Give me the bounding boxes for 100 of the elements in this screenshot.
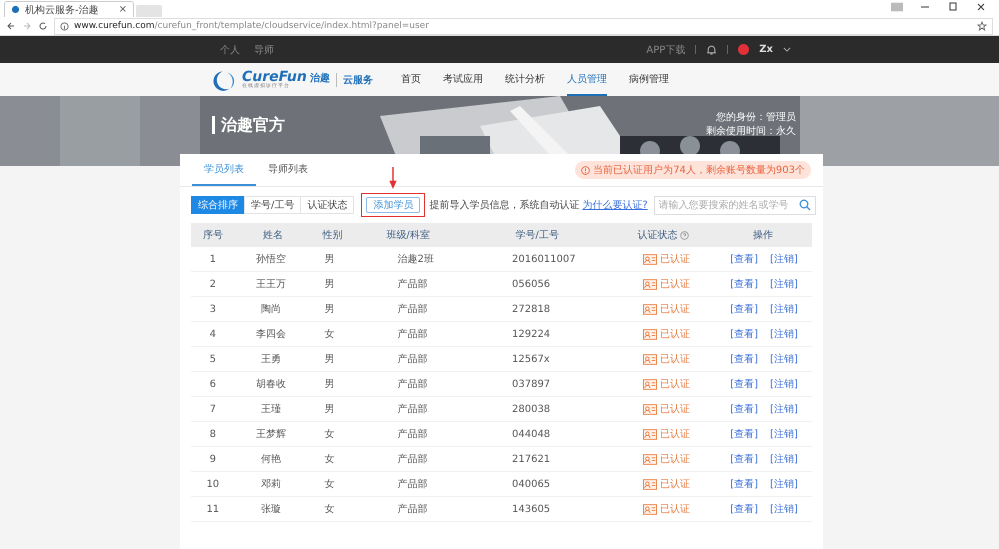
- close-icon[interactable]: [975, 2, 987, 12]
- id-card-icon: [642, 328, 657, 340]
- table-cell-text: 男: [324, 403, 335, 416]
- table-cell-text: 产品部: [397, 428, 428, 441]
- id-card-icon: [642, 454, 657, 464]
- action-link[interactable]: [查看]: [730, 402, 758, 416]
- column-header: 学号/工号: [515, 229, 559, 242]
- app-download-link[interactable]: APP下载: [646, 42, 686, 56]
- action-link[interactable]: [查看]: [730, 352, 758, 366]
- top-link[interactable]: 个人: [220, 42, 240, 56]
- table-cell-text: 李四会: [256, 328, 286, 341]
- nav-item[interactable]: 首页: [400, 63, 421, 96]
- table-cell: 217621: [512, 454, 550, 464]
- nav-item[interactable]: 统计分析: [504, 63, 545, 96]
- column-header: 姓名: [262, 229, 283, 242]
- top-link[interactable]: 导师: [254, 42, 274, 56]
- table-cell: 7: [210, 404, 216, 414]
- table-cell-text: 王勇: [261, 353, 282, 366]
- action-link[interactable]: [查看]: [730, 452, 758, 466]
- action-link[interactable]: [注销]: [770, 502, 798, 516]
- id-card-icon: [642, 354, 657, 364]
- table-cell: 5: [210, 354, 216, 364]
- table-cell-text: 孙悟空: [256, 252, 286, 266]
- action-link[interactable]: [注销]: [770, 352, 798, 366]
- table-cell: 2016011007: [512, 254, 576, 264]
- table-cell-text: 胡春收: [256, 378, 286, 391]
- action-link[interactable]: [查看]: [730, 477, 758, 491]
- table-cell-text: 产品部: [397, 328, 428, 341]
- action-link[interactable]: [注销]: [770, 452, 798, 466]
- sort-button[interactable]: 学号/工号: [244, 196, 302, 214]
- status-text: 已认证: [660, 303, 690, 316]
- status-text: 已认证: [660, 378, 690, 391]
- reload-icon[interactable]: [38, 21, 48, 31]
- status-text: 已认证: [660, 428, 690, 441]
- table-cell-text: 男: [324, 253, 335, 266]
- notice-badge: 当前已认证用户为74人，剩余账号数量为903个: [575, 161, 811, 179]
- action-link[interactable]: [注销]: [770, 277, 798, 291]
- action-link[interactable]: [注销]: [770, 302, 798, 316]
- tab[interactable]: 导师列表: [256, 154, 320, 186]
- table-cell: 2: [210, 278, 216, 290]
- star-icon[interactable]: [977, 21, 987, 31]
- action-link[interactable]: [查看]: [730, 327, 758, 341]
- action-link[interactable]: [查看]: [730, 502, 758, 516]
- arrow-icon: [389, 167, 398, 189]
- table-cell: 8: [210, 428, 216, 440]
- info-icon: [60, 22, 69, 30]
- address-bar[interactable]: www.curefun.com/curefun_front/template/cloudservice/index.html?panel=user: [54, 18, 993, 34]
- nav-item[interactable]: 病例管理: [628, 63, 669, 96]
- action-link[interactable]: [查看]: [730, 427, 758, 441]
- action-link[interactable]: [注销]: [770, 377, 798, 391]
- nav-item[interactable]: 考试应用: [442, 63, 483, 96]
- action-link[interactable]: [注销]: [770, 327, 798, 341]
- why-link[interactable]: 为什么要认证?: [582, 198, 648, 212]
- back-icon[interactable]: [6, 21, 16, 31]
- status-text: 已认证: [660, 353, 690, 366]
- restore-icon[interactable]: [947, 2, 959, 12]
- caret-icon[interactable]: [783, 47, 791, 52]
- status-text: 已认证: [660, 403, 690, 416]
- search-icon[interactable]: [798, 199, 811, 211]
- table-cell-text: 女: [324, 478, 335, 491]
- id-card-icon: [642, 504, 657, 514]
- search-field[interactable]: 请输入您要搜索的姓名或学号: [654, 196, 816, 214]
- id-card-icon: [642, 254, 657, 264]
- bell-icon[interactable]: [706, 44, 718, 55]
- close-tab-button[interactable]: ×: [118, 4, 127, 15]
- organization-name: 治趣官方: [212, 116, 285, 134]
- sort-button[interactable]: 认证状态: [300, 196, 354, 214]
- table-cell-text: 王瑾: [261, 402, 282, 416]
- warning-icon: [581, 166, 590, 174]
- tab[interactable]: 学员列表: [192, 154, 256, 186]
- action-link[interactable]: [查看]: [730, 252, 758, 266]
- action-link[interactable]: [查看]: [730, 302, 758, 316]
- action-link[interactable]: [注销]: [770, 402, 798, 416]
- table-cell-text: 产品部: [397, 352, 428, 366]
- browser-tab[interactable]: 机构云服务-治趣 ×: [4, 1, 134, 17]
- column-header: 序号: [203, 228, 224, 242]
- action-link[interactable]: [查看]: [730, 277, 758, 291]
- table-cell: 037897: [512, 378, 550, 390]
- table-cell: 6: [210, 378, 216, 390]
- user-menu[interactable]: Zx: [759, 44, 773, 55]
- action-link[interactable]: [注销]: [770, 427, 798, 441]
- id-card-icon: [642, 478, 657, 490]
- id-card-icon: [642, 428, 657, 440]
- avatar[interactable]: [738, 44, 750, 55]
- sort-button[interactable]: 综合排序: [191, 196, 245, 214]
- table-cell-text: 陶尚: [261, 302, 282, 316]
- role-text: 您的身份：管理员: [716, 112, 796, 124]
- table-cell-text: 女: [324, 328, 335, 341]
- status-text: 已认证: [660, 503, 690, 516]
- column-header: 认证状态: [637, 228, 678, 242]
- action-link[interactable]: [注销]: [770, 252, 798, 266]
- table-cell-text: 张璇: [261, 502, 282, 516]
- action-link[interactable]: [查看]: [730, 377, 758, 391]
- add-student-button[interactable]: 添加学员: [366, 197, 420, 213]
- table-cell: 1: [210, 254, 216, 264]
- service-label: 云服务: [336, 72, 373, 86]
- remaining-time-text: 剩余使用时间：永久: [706, 126, 796, 138]
- action-link[interactable]: [注销]: [770, 477, 798, 491]
- table-cell-text: 产品部: [397, 478, 428, 491]
- table-cell: 272818: [512, 304, 550, 314]
